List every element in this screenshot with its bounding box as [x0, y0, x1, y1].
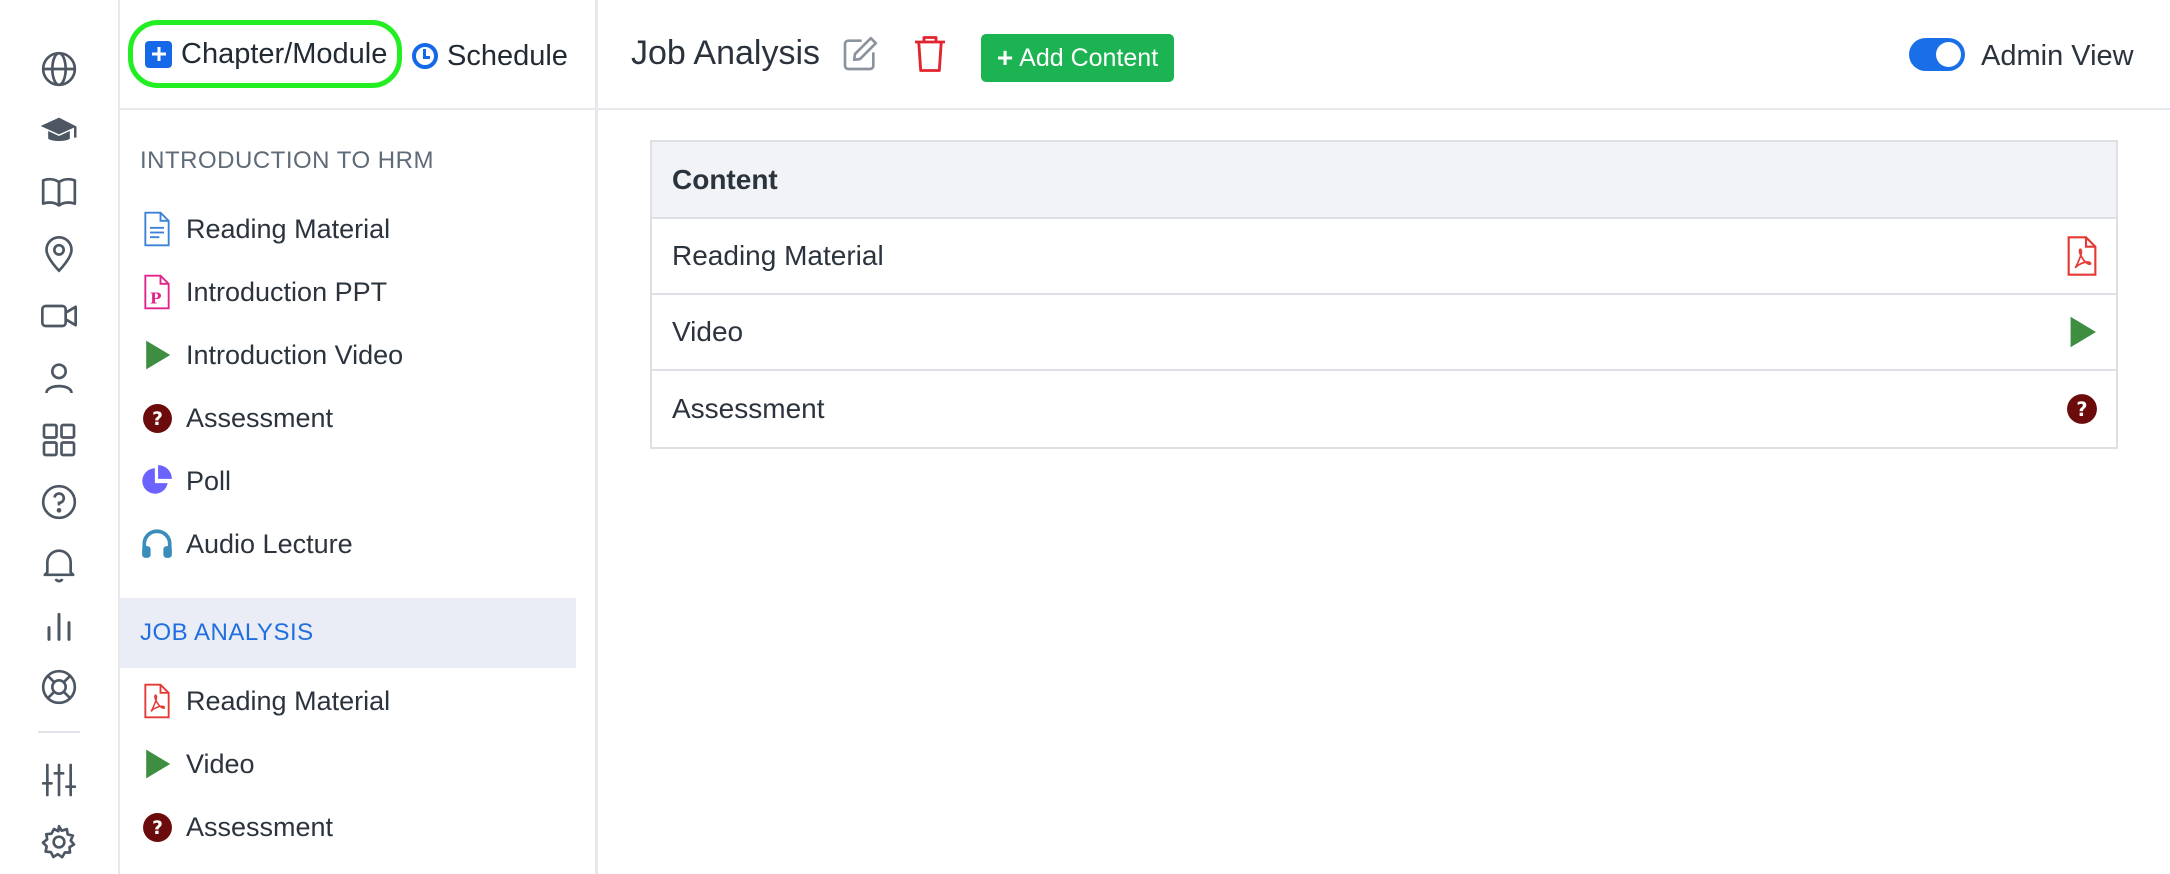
panel-toolbar: Chapter/Module Schedule [120, 0, 598, 110]
question-icon: ? [140, 807, 174, 847]
module-item-introduction-ppt[interactable]: P Introduction PPT [140, 270, 387, 314]
table-cell-label: Assessment [672, 393, 825, 424]
pdf-icon [2064, 236, 2100, 276]
module-item-label: Assessment [186, 402, 334, 433]
pie-chart-icon [140, 461, 174, 501]
map-pin-icon[interactable] [38, 233, 80, 275]
add-chapter-module-button[interactable]: Chapter/Module [128, 20, 402, 88]
question-icon: ? [140, 398, 174, 438]
globe-icon[interactable] [38, 48, 80, 90]
table-row[interactable]: Assessment ? [652, 371, 2116, 447]
edit-icon[interactable] [840, 34, 880, 74]
add-content-button[interactable]: + Add Content [981, 34, 1174, 82]
module-item-label: Reading Material [186, 213, 391, 244]
user-icon[interactable] [38, 357, 80, 399]
module-item-reading-material[interactable]: Reading Material [140, 207, 390, 251]
pdf-icon [140, 681, 174, 721]
module-item-label: Poll [186, 465, 232, 496]
sliders-icon[interactable] [38, 759, 80, 801]
clock-icon [412, 43, 438, 69]
module-item-label: Video [186, 748, 255, 779]
module-item-assessment[interactable]: ? Assessment [140, 396, 333, 440]
module-item-poll[interactable]: Poll [140, 459, 231, 503]
table-cell-label: Video [672, 316, 744, 347]
document-icon [140, 209, 174, 249]
bell-icon[interactable] [38, 543, 80, 585]
rail-divider [38, 731, 80, 733]
module-item-video[interactable]: Video [140, 742, 255, 786]
table-row[interactable]: Video [652, 295, 2116, 371]
svg-text:?: ? [152, 818, 163, 839]
module-item-label: Assessment [186, 811, 334, 842]
svg-text:?: ? [2076, 398, 2087, 421]
play-icon [140, 744, 174, 784]
module-item-introduction-video[interactable]: Introduction Video [140, 333, 403, 377]
svg-text:P: P [150, 290, 162, 308]
play-icon [2064, 312, 2100, 352]
lifebuoy-icon[interactable] [38, 666, 80, 708]
main-header: Job Analysis + Add Content Admin View [598, 0, 2170, 110]
table-cell-label: Reading Material [672, 240, 884, 271]
toggle-knob [1936, 42, 1961, 67]
admin-view-toggle[interactable] [1909, 38, 1965, 71]
module-item-audio-lecture[interactable]: Audio Lecture [140, 522, 353, 566]
graduation-cap-icon[interactable] [38, 110, 80, 152]
module-item-assessment[interactable]: ? Assessment [140, 805, 333, 849]
svg-text:?: ? [152, 409, 163, 430]
module-item-label: Audio Lecture [186, 528, 353, 559]
module-item-label: Introduction Video [186, 339, 404, 370]
module-item-label: Reading Material [186, 685, 391, 716]
chapter-panel: Chapter/Module Schedule INTRODUCTION TO … [120, 0, 598, 874]
book-icon[interactable] [38, 171, 80, 213]
icon-rail [0, 0, 120, 874]
question-icon: ? [2064, 389, 2100, 429]
video-camera-icon[interactable] [38, 295, 80, 337]
settings-icon[interactable] [38, 821, 80, 863]
chapter-heading-job-analysis[interactable]: JOB ANALYSIS [120, 598, 576, 668]
table-row[interactable]: Reading Material [652, 219, 2116, 295]
chapter-heading-introduction[interactable]: INTRODUCTION TO HRM [120, 126, 576, 196]
schedule-label: Schedule [447, 39, 568, 72]
help-circle-icon[interactable] [38, 481, 80, 523]
grid-icon[interactable] [38, 419, 80, 461]
plus-square-icon [145, 40, 172, 68]
main-content: Job Analysis + Add Content Admin View Co… [598, 0, 2170, 874]
play-icon [140, 335, 174, 375]
admin-view-label: Admin View [1981, 40, 2134, 72]
add-content-label: Add Content [1019, 43, 1159, 72]
content-table: Content Reading Material Video Assessmen… [650, 140, 2118, 449]
module-item-reading-material[interactable]: Reading Material [140, 679, 390, 723]
plus-icon: + [996, 42, 1014, 73]
trash-icon[interactable] [912, 34, 948, 74]
table-header: Content [652, 142, 2116, 219]
headphones-icon [140, 524, 174, 564]
schedule-button[interactable]: Schedule [412, 36, 568, 76]
bar-chart-icon[interactable] [38, 605, 80, 647]
page-title: Job Analysis [631, 34, 820, 72]
chapter-module-label: Chapter/Module [181, 37, 388, 70]
module-item-label: Introduction PPT [186, 276, 388, 307]
ppt-icon: P [140, 272, 174, 312]
